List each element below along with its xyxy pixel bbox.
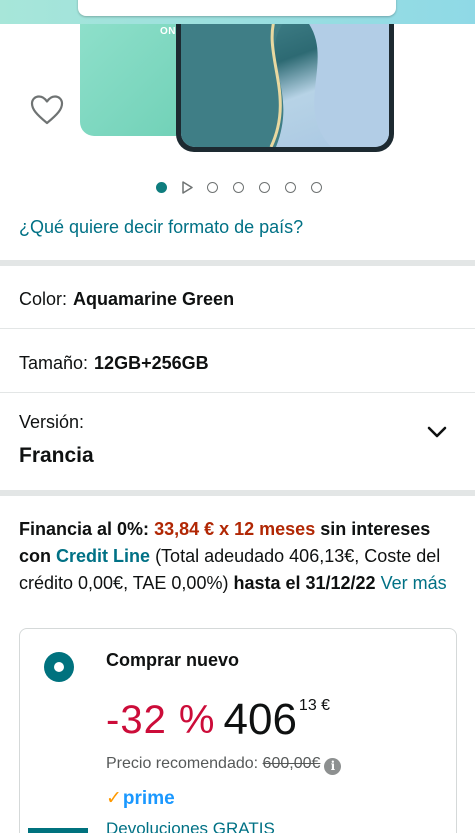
carousel-dot[interactable] [207, 181, 218, 193]
bottom-tab-indicator [28, 828, 88, 833]
version-label: Versión: [19, 412, 85, 432]
prime-label: prime [122, 788, 175, 809]
carousel-dot[interactable] [311, 181, 322, 193]
section-divider [0, 490, 475, 496]
color-value: Aquamarine Green [73, 289, 235, 309]
financing-amount: 33,84 € x 12 meses [154, 519, 316, 539]
color-row: Color: Aquamarine Green [19, 289, 234, 310]
buy-new-title: Comprar nuevo [106, 650, 240, 670]
country-format-link[interactable]: ¿Qué quiere decir formato de país? [19, 217, 303, 238]
price-fraction: 13 € [298, 697, 331, 714]
buy-new-box[interactable]: Comprar nuevo -32 % 406 13 € Precio recome… [19, 628, 457, 833]
video-play-icon[interactable] [182, 181, 193, 194]
carousel-dot[interactable] [285, 181, 296, 193]
recommended-price: Precio recomendado: 600,00€ i [106, 755, 342, 775]
credit-line-link[interactable]: Credit Line [56, 546, 150, 566]
product-image-carousel[interactable]: ON [0, 24, 475, 184]
carousel-dot[interactable] [259, 181, 270, 193]
phone-screen [181, 24, 389, 147]
prime-check-icon: ✓ [106, 788, 122, 809]
section-divider [0, 260, 475, 266]
financing-info: Financia al 0%: 33,84 € x 12 meses sin i… [19, 516, 459, 597]
carousel-dot-active[interactable] [156, 181, 167, 193]
heart-outline-icon[interactable] [30, 94, 64, 126]
financing-until: hasta el 31/12/22 [233, 573, 376, 593]
financing-prefix: Financia al 0%: [19, 519, 150, 539]
size-value: 12GB+256GB [94, 353, 209, 373]
carousel-dot[interactable] [233, 181, 244, 193]
search-box[interactable] [78, 0, 396, 16]
size-label: Tamaño: [19, 353, 89, 373]
row-divider [0, 392, 475, 393]
discount-percent: -32 % [106, 698, 216, 742]
chevron-down-icon[interactable] [426, 424, 448, 440]
prime-badge: ✓prime [106, 787, 175, 810]
phone-front-image [176, 24, 394, 152]
carousel-indicator [156, 180, 337, 194]
price-whole: 406 [223, 695, 297, 744]
recommended-price-label: Precio recomendado: [106, 755, 259, 772]
row-divider [0, 328, 475, 329]
info-icon[interactable]: i [324, 758, 342, 775]
phone-wallpaper [181, 24, 389, 147]
color-label: Color: [19, 289, 68, 309]
free-returns-link[interactable]: Devoluciones GRATIS [106, 819, 275, 833]
phone-brand-text: ON [160, 26, 176, 37]
recommended-price-value: 600,00€ [262, 755, 321, 772]
price-line: -32 % 406 13 € [106, 695, 330, 745]
size-row: Tamaño: 12GB+256GB [19, 353, 209, 374]
version-value[interactable]: Francia [19, 444, 94, 468]
see-more-link[interactable]: Ver más [381, 573, 447, 593]
buy-new-radio[interactable] [44, 652, 74, 682]
